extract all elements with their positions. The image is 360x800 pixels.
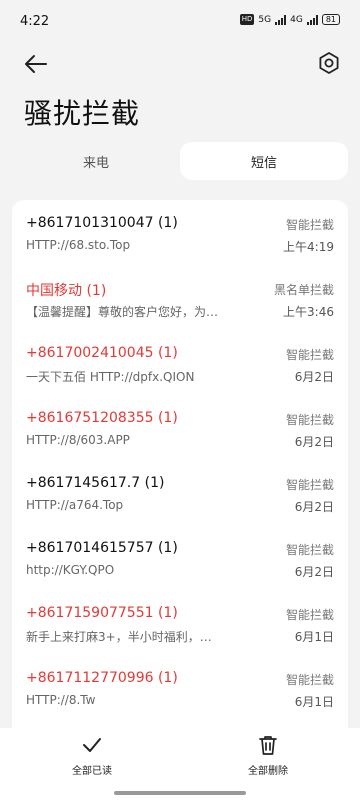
block-type: 智能拦截 [285,543,334,557]
message-snippet: HTTP://8/603.APP [26,433,130,447]
message-snippet: 【温馨提醒】尊敬的客户您好，为… [26,305,219,319]
sender-number: +8617101310047 (1) [26,215,178,231]
block-type: 智能拦截 [285,608,334,622]
sender-number: +8617112770996 (1) [26,670,178,686]
hd-badge: HD [239,14,255,25]
battery-level: 81 [325,15,336,24]
page-title: 骚扰拦截 [24,97,141,130]
sender-number: +8617145617.7 (1) [26,475,165,491]
mark-all-read-button[interactable]: 全部已读 [52,734,132,777]
list-item[interactable]: +8617101310047 (1) HTTP://68.sto.Top 智能拦… [12,200,348,265]
tab-sms[interactable]: 短信 [180,142,348,180]
app-header [0,44,360,88]
block-type: 智能拦截 [285,413,334,427]
message-time: 上午4:19 [283,240,334,254]
status-time: 4:22 [20,14,50,29]
tab-calls[interactable]: 来电 [12,142,180,180]
message-time: 6月1日 [294,630,334,644]
network-4g-label: 4G [290,14,303,25]
system-icons: HD 5G 4G 81 [239,14,340,25]
message-snippet: HTTP://8.Tw [26,693,96,707]
sender-number: +8617014615757 (1) [26,540,178,556]
sender-number: +8616751208355 (1) [26,410,178,426]
message-snippet: http://KGY.QPO [26,563,115,577]
block-type: 智能拦截 [285,673,334,687]
signal-bars-icon [306,14,318,25]
signal-bars-icon [275,14,287,25]
gear-icon[interactable] [316,50,342,76]
block-type: 智能拦截 [285,478,334,492]
message-time: 6月2日 [294,435,334,449]
message-time: 6月2日 [294,565,334,579]
trash-icon [259,736,277,755]
sender-number: +8617159077551 (1) [26,605,178,621]
list-item[interactable]: +8617145617.7 (1) HTTP://a764.Top 智能拦截 6… [12,460,348,525]
list-item[interactable]: +8617159077551 (1) 新手上来打麻3+，半小时福利，… 智能拦截… [12,590,348,655]
message-time: 6月2日 [294,370,334,384]
block-type: 黑名单拦截 [273,283,334,297]
gesture-handle[interactable] [114,791,246,795]
block-type: 智能拦截 [285,218,334,232]
message-snippet: HTTP://a764.Top [26,498,124,512]
message-snippet: HTTP://68.sto.Top [26,238,131,252]
block-type: 智能拦截 [285,348,334,362]
list-item[interactable]: +8617014615757 (1) http://KGY.QPO 智能拦截 6… [12,525,348,590]
list-item[interactable]: +8617002410045 (1) 一天下五佰 HTTP://dpfx.QIO… [12,330,348,395]
status-bar: 4:22 HD 5G 4G 81 [0,0,360,44]
sender-number: +8617002410045 (1) [26,345,178,361]
list-item[interactable]: 中国移动 (1) 【温馨提醒】尊敬的客户您好，为… 黑名单拦截 上午3:46 [12,265,348,330]
message-snippet: 新手上来打麻3+，半小时福利，… [26,630,212,644]
battery-icon: 81 [321,14,340,25]
mark-all-read-label: 全部已读 [72,766,112,777]
delete-all-button[interactable]: 全部删除 [228,734,308,777]
check-icon [83,738,101,752]
message-time: 上午3:46 [283,305,334,319]
delete-all-label: 全部删除 [248,766,288,777]
network-5g-label: 5G [258,14,272,25]
sender-number: 中国移动 (1) [26,283,107,299]
arrow-left-icon[interactable] [22,50,50,78]
list-item[interactable]: +8616751208355 (1) HTTP://8/603.APP 智能拦截… [12,395,348,460]
list-item[interactable]: +8617112770996 (1) HTTP://8.Tw 智能拦截 6月1日 [12,655,348,720]
tab-bar: 来电 短信 [12,142,348,180]
message-time: 6月1日 [294,695,334,709]
message-snippet: 一天下五佰 HTTP://dpfx.QION [26,370,195,384]
bottom-action-bar: 全部已读 全部删除 [0,728,360,800]
message-list: +8617101310047 (1) HTTP://68.sto.Top 智能拦… [12,200,348,728]
message-time: 6月2日 [294,500,334,514]
